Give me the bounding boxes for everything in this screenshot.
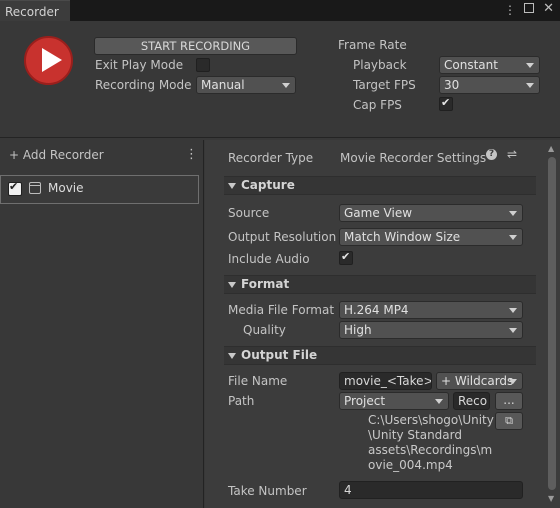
- full-path-line: assets\Recordings\m: [368, 443, 493, 457]
- recorder-item-label: Movie: [48, 181, 84, 195]
- chevron-down-icon: [526, 63, 534, 68]
- playback-label: Playback: [353, 58, 407, 72]
- full-output-path: C:\Users\shogo\Unity \Unity Standard ass…: [368, 413, 494, 473]
- recording-mode-dropdown[interactable]: Manual: [196, 76, 296, 94]
- media-file-format-label: Media File Format: [228, 303, 335, 317]
- playback-dropdown[interactable]: Constant: [439, 56, 540, 74]
- include-audio-checkbox[interactable]: [339, 250, 353, 265]
- wildcards-dropdown[interactable]: + Wildcards: [436, 372, 523, 390]
- target-fps-label: Target FPS: [353, 78, 416, 92]
- file-name-label: File Name: [228, 374, 288, 388]
- external-link-icon: ⧉: [505, 414, 513, 427]
- chevron-down-icon: [435, 399, 443, 404]
- target-fps-dropdown[interactable]: 30: [439, 76, 540, 94]
- record-play-button[interactable]: [24, 36, 73, 85]
- cap-fps-checkbox[interactable]: [439, 96, 453, 111]
- exit-play-mode-checkbox[interactable]: [196, 58, 210, 72]
- close-icon[interactable]: ✕: [543, 1, 554, 16]
- source-dropdown[interactable]: Game View: [339, 204, 523, 222]
- path-label: Path: [228, 394, 255, 408]
- quality-dropdown[interactable]: High: [339, 321, 523, 339]
- chevron-down-icon: [282, 83, 290, 88]
- full-path-line: C:\Users\shogo\Unity: [368, 413, 494, 427]
- chevron-down-icon: [509, 379, 517, 384]
- add-recorder-button[interactable]: + Add Recorder: [9, 148, 104, 162]
- maximize-icon[interactable]: [524, 3, 534, 13]
- full-path-line: \Unity Standard: [368, 428, 462, 442]
- browse-button[interactable]: ...: [495, 392, 523, 410]
- path-input[interactable]: Reco: [453, 392, 490, 410]
- scroll-up-icon[interactable]: ▲: [548, 144, 554, 153]
- foldout-arrow-icon: [228, 183, 236, 189]
- movie-recorder-icon: [29, 182, 41, 194]
- exit-play-mode-label: Exit Play Mode: [95, 58, 184, 72]
- scroll-down-icon[interactable]: ▼: [548, 494, 554, 503]
- recorder-tab[interactable]: Recorder: [0, 0, 70, 21]
- recording-mode-label: Recording Mode: [95, 78, 192, 92]
- preset-settings-icon[interactable]: ⇌: [507, 147, 517, 161]
- chevron-down-icon: [509, 235, 517, 240]
- chevron-down-icon: [526, 83, 534, 88]
- output-file-section-header[interactable]: Output File: [224, 346, 536, 365]
- quality-label: Quality: [243, 323, 286, 337]
- chevron-down-icon: [509, 308, 517, 313]
- foldout-arrow-icon: [228, 353, 236, 359]
- format-section-header[interactable]: Format: [224, 275, 536, 294]
- recorder-list-menu-icon[interactable]: ⋮: [185, 147, 198, 162]
- source-label: Source: [228, 206, 270, 220]
- include-audio-label: Include Audio: [228, 252, 310, 266]
- media-file-format-dropdown[interactable]: H.264 MP4: [339, 301, 523, 319]
- open-folder-button[interactable]: ⧉: [495, 412, 523, 430]
- output-resolution-dropdown[interactable]: Match Window Size: [339, 228, 523, 246]
- kebab-menu-icon[interactable]: ⋮: [504, 3, 516, 17]
- chevron-down-icon: [509, 211, 517, 216]
- help-icon[interactable]: ?: [486, 149, 497, 160]
- recorder-type-label: Recorder Type: [228, 151, 314, 165]
- output-resolution-label: Output Resolution: [228, 230, 337, 244]
- scrollbar-thumb[interactable]: [548, 157, 556, 490]
- chevron-down-icon: [509, 328, 517, 333]
- tab-title: Recorder: [5, 5, 59, 19]
- file-name-input[interactable]: movie_<Take>: [339, 372, 432, 390]
- cap-fps-label: Cap FPS: [353, 98, 402, 112]
- foldout-arrow-icon: [228, 282, 236, 288]
- window-tab-bar: [0, 0, 560, 21]
- take-number-label: Take Number: [228, 484, 307, 498]
- checkmark-icon: ✔: [9, 180, 19, 193]
- start-recording-button[interactable]: START RECORDING: [94, 37, 297, 55]
- path-root-dropdown[interactable]: Project: [339, 392, 449, 410]
- recorder-type-value: Movie Recorder Settings: [340, 151, 487, 165]
- take-number-input[interactable]: 4: [339, 481, 523, 499]
- capture-section-header[interactable]: Capture: [224, 176, 536, 195]
- full-path-line: ovie_004.mp4: [368, 458, 453, 472]
- frame-rate-title: Frame Rate: [338, 38, 407, 52]
